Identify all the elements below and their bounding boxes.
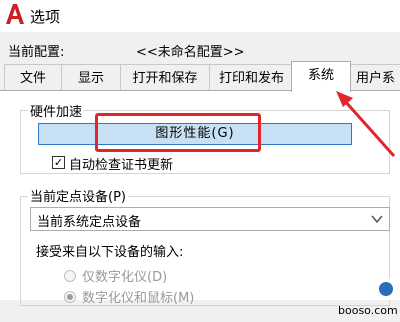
graphics-performance-button[interactable]: 图形性能(G): [38, 123, 352, 145]
watermark: booso.com: [338, 278, 398, 317]
tab-label: 打开和保存: [132, 71, 198, 86]
tab-system[interactable]: 系统: [291, 61, 351, 92]
chevron-down-icon: [371, 215, 383, 224]
tab-label: 显示: [77, 71, 104, 86]
current-profile-label: 当前配置:: [8, 45, 65, 60]
digitizer-only-radio[interactable]: [64, 270, 76, 282]
title-bar: 选项: [0, 0, 400, 32]
tab-display[interactable]: 显示: [61, 64, 121, 91]
tab-label: 系统: [307, 68, 334, 83]
accept-input-label: 接受来自以下设备的输入:: [36, 245, 184, 260]
tab-user-system[interactable]: 用户系: [350, 64, 400, 91]
hardware-acceleration-legend: 硬件加速: [28, 101, 85, 120]
digitizer-and-mouse-label: 数字化仪和鼠标(M): [82, 291, 195, 306]
tab-open-and-save[interactable]: 打开和保存: [120, 64, 210, 91]
auto-check-cert-label: 自动检查证书更新: [69, 158, 174, 173]
pointing-device-select[interactable]: 当前系统定点设备: [30, 207, 390, 231]
pointing-device-select-value: 当前系统定点设备: [37, 215, 142, 230]
tab-label: 用户系: [355, 71, 395, 86]
digitizer-and-mouse-radio[interactable]: [64, 291, 76, 303]
tab-files[interactable]: 文件: [4, 64, 62, 91]
pointing-device-legend: 当前定点设备(P): [28, 186, 128, 205]
tab-label: 打印和发布: [218, 71, 284, 86]
current-profile-value: <<未命名配置>>: [136, 45, 245, 60]
tab-plot-and-publish[interactable]: 打印和发布: [209, 64, 294, 91]
watermark-logo-icon: [379, 282, 393, 296]
window-title: 选项: [30, 8, 61, 26]
watermark-text: booso.com: [338, 304, 398, 317]
graphics-performance-button-label: 图形性能(G): [155, 126, 235, 141]
auto-check-cert-checkbox[interactable]: ✓: [52, 156, 65, 169]
autocad-a-icon: [6, 4, 24, 24]
digitizer-only-label: 仅数字化仪(D): [82, 270, 168, 285]
tab-label: 文件: [19, 71, 46, 86]
